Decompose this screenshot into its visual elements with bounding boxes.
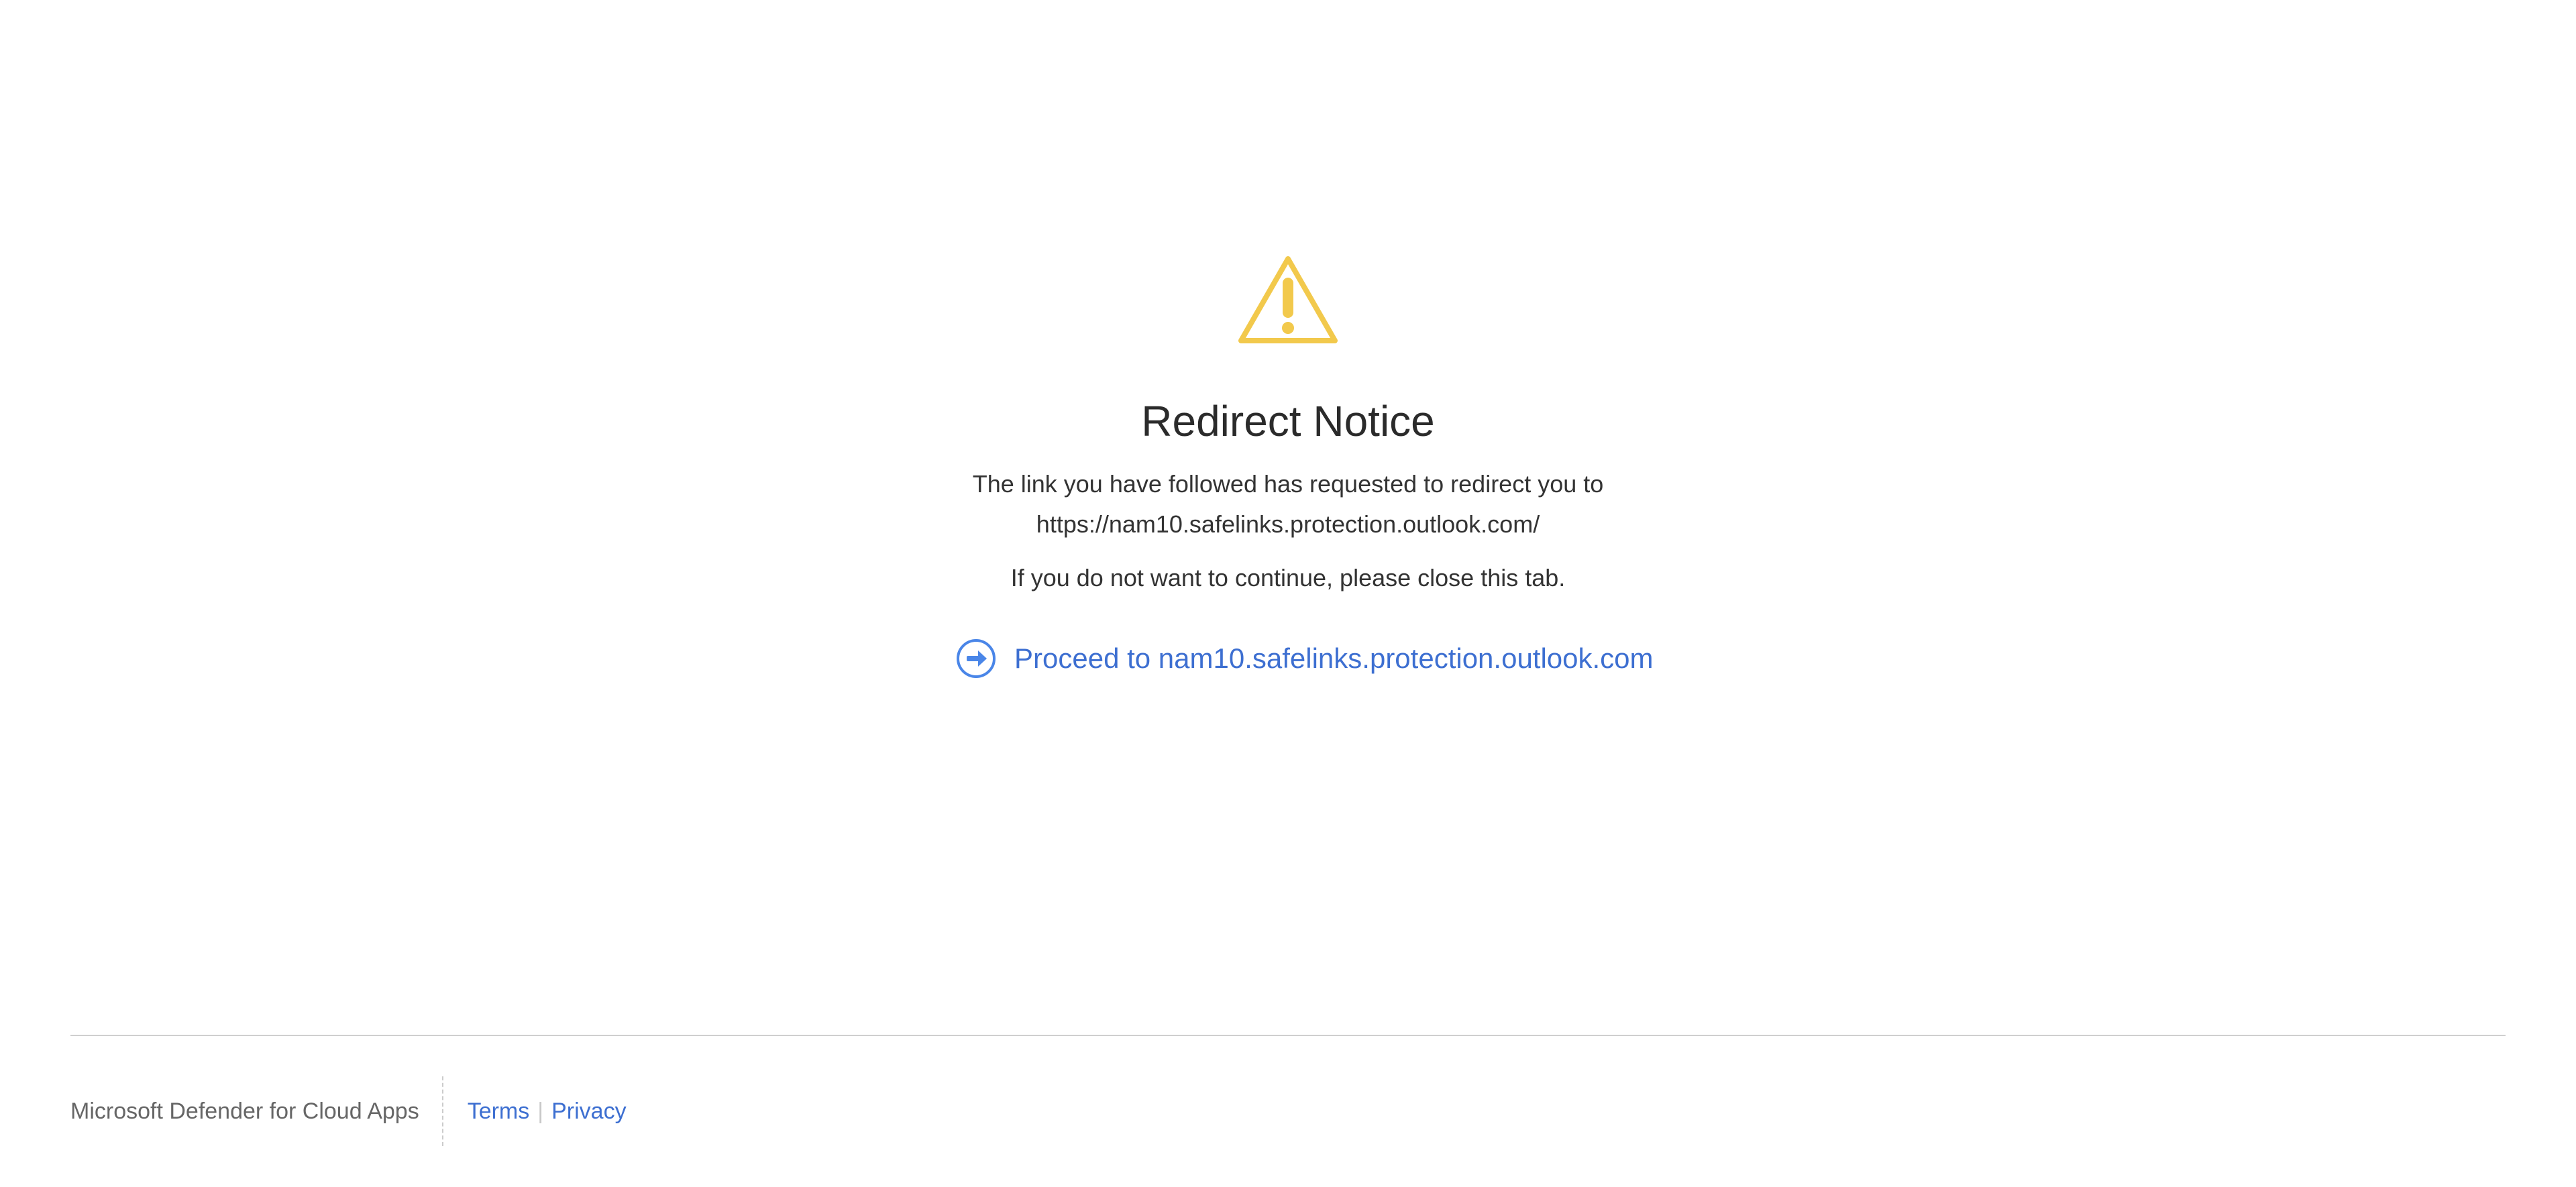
footer-brand: Microsoft Defender for Cloud Apps <box>70 1098 419 1124</box>
redirect-message: The link you have followed has requested… <box>972 470 1604 498</box>
footer-link-separator: | <box>537 1098 544 1124</box>
proceed-link-label: Proceed to nam10.safelinks.protection.ou… <box>1014 642 1654 674</box>
privacy-link[interactable]: Privacy <box>551 1098 626 1125</box>
footer-vertical-divider <box>441 1076 443 1146</box>
terms-link[interactable]: Terms <box>468 1098 530 1125</box>
warning-icon <box>1237 253 1339 346</box>
footer-divider-line <box>70 1035 2506 1036</box>
close-tab-message: If you do not want to continue, please c… <box>1010 564 1566 591</box>
redirect-url: https://nam10.safelinks.protection.outlo… <box>1036 510 1540 538</box>
footer: Microsoft Defender for Cloud Apps Terms … <box>70 1076 627 1146</box>
arrow-right-circle-icon <box>957 639 996 678</box>
page-title: Redirect Notice <box>1141 397 1435 445</box>
proceed-link[interactable]: Proceed to nam10.safelinks.protection.ou… <box>955 637 1654 680</box>
redirect-notice-page: Redirect Notice The link you have follow… <box>0 0 2576 1187</box>
